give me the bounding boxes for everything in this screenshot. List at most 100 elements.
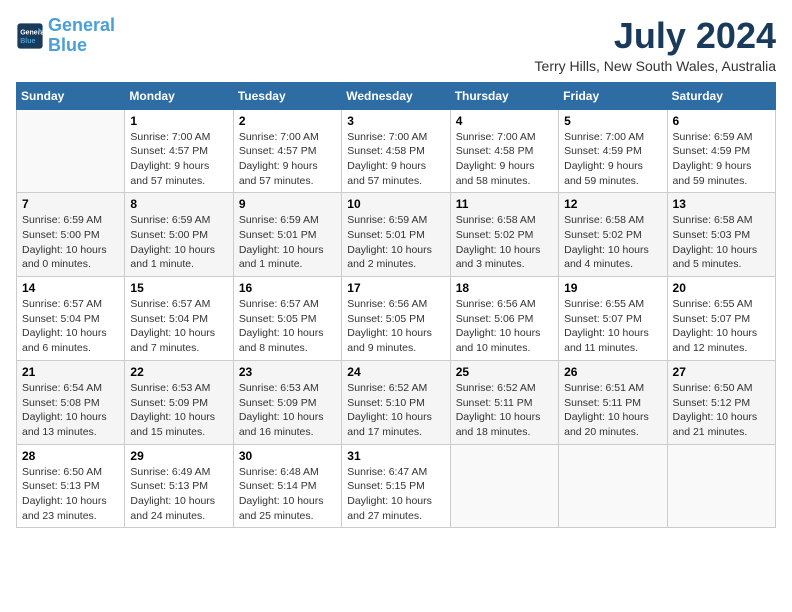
day-info: Sunrise: 6:52 AMSunset: 5:10 PMDaylight:… [347,381,444,440]
calendar-cell: 1 Sunrise: 7:00 AMSunset: 4:57 PMDaylight… [125,109,233,193]
calendar-cell: 10 Sunrise: 6:59 AMSunset: 5:01 PMDayligh… [342,193,450,277]
calendar-cell: 26 Sunrise: 6:51 AMSunset: 5:11 PMDayligh… [559,360,667,444]
day-info: Sunrise: 6:53 AMSunset: 5:09 PMDaylight:… [239,381,336,440]
calendar-cell [559,444,667,528]
calendar-cell: 11 Sunrise: 6:58 AMSunset: 5:02 PMDayligh… [450,193,558,277]
calendar-cell: 3 Sunrise: 7:00 AMSunset: 4:58 PMDaylight… [342,109,450,193]
day-number: 19 [564,281,661,295]
calendar-cell: 27 Sunrise: 6:50 AMSunset: 5:12 PMDayligh… [667,360,775,444]
day-number: 12 [564,197,661,211]
day-info: Sunrise: 6:50 AMSunset: 5:13 PMDaylight:… [22,465,119,524]
day-info: Sunrise: 6:58 AMSunset: 5:02 PMDaylight:… [456,213,553,272]
header-friday: Friday [559,82,667,109]
day-number: 22 [130,365,227,379]
calendar-week-3: 21Sunrise: 6:54 AMSunset: 5:08 PMDayligh… [17,360,776,444]
calendar-cell: 31 Sunrise: 6:47 AMSunset: 5:15 PMDayligh… [342,444,450,528]
page-header: General Blue General Blue July 2024 Terr… [16,16,776,74]
day-info: Sunrise: 6:48 AMSunset: 5:14 PMDaylight:… [239,465,336,524]
day-number: 8 [130,197,227,211]
day-number: 4 [456,114,553,128]
day-number: 24 [347,365,444,379]
calendar-week-1: 7 Sunrise: 6:59 AMSunset: 5:00 PMDaylight… [17,193,776,277]
day-info: Sunrise: 6:53 AMSunset: 5:09 PMDaylight:… [130,381,227,440]
calendar-cell: 29 Sunrise: 6:49 AMSunset: 5:13 PMDayligh… [125,444,233,528]
day-info: Sunrise: 6:58 AMSunset: 5:03 PMDaylight:… [673,213,770,272]
header-saturday: Saturday [667,82,775,109]
calendar-cell: 13 Sunrise: 6:58 AMSunset: 5:03 PMDayligh… [667,193,775,277]
day-info: Sunrise: 6:57 AMSunset: 5:04 PMDaylight:… [22,297,119,356]
header-monday: Monday [125,82,233,109]
day-number: 26 [564,365,661,379]
day-info: Sunrise: 6:52 AMSunset: 5:11 PMDaylight:… [456,381,553,440]
calendar-cell: 21Sunrise: 6:54 AMSunset: 5:08 PMDayligh… [17,360,125,444]
day-number: 21 [22,365,119,379]
day-info: Sunrise: 6:50 AMSunset: 5:12 PMDaylight:… [673,381,770,440]
calendar-cell: 6 Sunrise: 6:59 AMSunset: 4:59 PMDaylight… [667,109,775,193]
day-info: Sunrise: 6:57 AMSunset: 5:04 PMDaylight:… [130,297,227,356]
day-info: Sunrise: 7:00 AMSunset: 4:58 PMDaylight:… [347,130,444,189]
day-info: Sunrise: 7:00 AMSunset: 4:58 PMDaylight:… [456,130,553,189]
day-info: Sunrise: 6:51 AMSunset: 5:11 PMDaylight:… [564,381,661,440]
day-number: 25 [456,365,553,379]
day-number: 2 [239,114,336,128]
day-number: 6 [673,114,770,128]
day-number: 14 [22,281,119,295]
day-info: Sunrise: 6:58 AMSunset: 5:02 PMDaylight:… [564,213,661,272]
header-wednesday: Wednesday [342,82,450,109]
day-info: Sunrise: 6:59 AMSunset: 5:00 PMDaylight:… [130,213,227,272]
title-block: July 2024 Terry Hills, New South Wales, … [535,16,776,74]
day-number: 7 [22,197,119,211]
calendar-cell [17,109,125,193]
day-number: 17 [347,281,444,295]
calendar-cell [667,444,775,528]
logo-line1: General [48,15,115,35]
calendar-week-2: 14 Sunrise: 6:57 AMSunset: 5:04 PMDayligh… [17,277,776,361]
day-info: Sunrise: 6:56 AMSunset: 5:05 PMDaylight:… [347,297,444,356]
calendar-cell: 17 Sunrise: 6:56 AMSunset: 5:05 PMDayligh… [342,277,450,361]
day-number: 5 [564,114,661,128]
day-number: 18 [456,281,553,295]
calendar-cell: 24 Sunrise: 6:52 AMSunset: 5:10 PMDayligh… [342,360,450,444]
location: Terry Hills, New South Wales, Australia [535,58,776,74]
calendar-cell: 28Sunrise: 6:50 AMSunset: 5:13 PMDayligh… [17,444,125,528]
day-info: Sunrise: 6:47 AMSunset: 5:15 PMDaylight:… [347,465,444,524]
calendar-cell: 7Sunrise: 6:59 AMSunset: 5:00 PMDaylight… [17,193,125,277]
calendar-cell [450,444,558,528]
calendar-cell: 12 Sunrise: 6:58 AMSunset: 5:02 PMDayligh… [559,193,667,277]
month-title: July 2024 [535,16,776,56]
calendar-cell: 22 Sunrise: 6:53 AMSunset: 5:09 PMDayligh… [125,360,233,444]
calendar-week-0: 1 Sunrise: 7:00 AMSunset: 4:57 PMDaylight… [17,109,776,193]
logo-text: General Blue [48,16,115,56]
header-thursday: Thursday [450,82,558,109]
day-number: 31 [347,449,444,463]
day-number: 29 [130,449,227,463]
header-tuesday: Tuesday [233,82,341,109]
header-sunday: Sunday [17,82,125,109]
calendar-cell: 14 Sunrise: 6:57 AMSunset: 5:04 PMDayligh… [17,277,125,361]
day-info: Sunrise: 6:49 AMSunset: 5:13 PMDaylight:… [130,465,227,524]
svg-text:Blue: Blue [20,38,35,45]
calendar-cell: 30Sunrise: 6:48 AMSunset: 5:14 PMDayligh… [233,444,341,528]
calendar-cell: 19 Sunrise: 6:55 AMSunset: 5:07 PMDayligh… [559,277,667,361]
day-number: 20 [673,281,770,295]
day-info: Sunrise: 6:55 AMSunset: 5:07 PMDaylight:… [564,297,661,356]
calendar-cell: 23 Sunrise: 6:53 AMSunset: 5:09 PMDayligh… [233,360,341,444]
day-number: 10 [347,197,444,211]
calendar-cell: 8 Sunrise: 6:59 AMSunset: 5:00 PMDaylight… [125,193,233,277]
day-number: 16 [239,281,336,295]
day-number: 1 [130,114,227,128]
calendar-cell: 25 Sunrise: 6:52 AMSunset: 5:11 PMDayligh… [450,360,558,444]
calendar-week-4: 28Sunrise: 6:50 AMSunset: 5:13 PMDayligh… [17,444,776,528]
day-number: 23 [239,365,336,379]
day-info: Sunrise: 7:00 AMSunset: 4:57 PMDaylight:… [130,130,227,189]
day-info: Sunrise: 6:59 AMSunset: 4:59 PMDaylight:… [673,130,770,189]
day-number: 9 [239,197,336,211]
day-number: 27 [673,365,770,379]
day-number: 3 [347,114,444,128]
day-info: Sunrise: 6:59 AMSunset: 5:01 PMDaylight:… [239,213,336,272]
day-info: Sunrise: 6:59 AMSunset: 5:01 PMDaylight:… [347,213,444,272]
day-number: 13 [673,197,770,211]
day-number: 11 [456,197,553,211]
day-info: Sunrise: 7:00 AMSunset: 4:57 PMDaylight:… [239,130,336,189]
calendar-cell: 9 Sunrise: 6:59 AMSunset: 5:01 PMDaylight… [233,193,341,277]
